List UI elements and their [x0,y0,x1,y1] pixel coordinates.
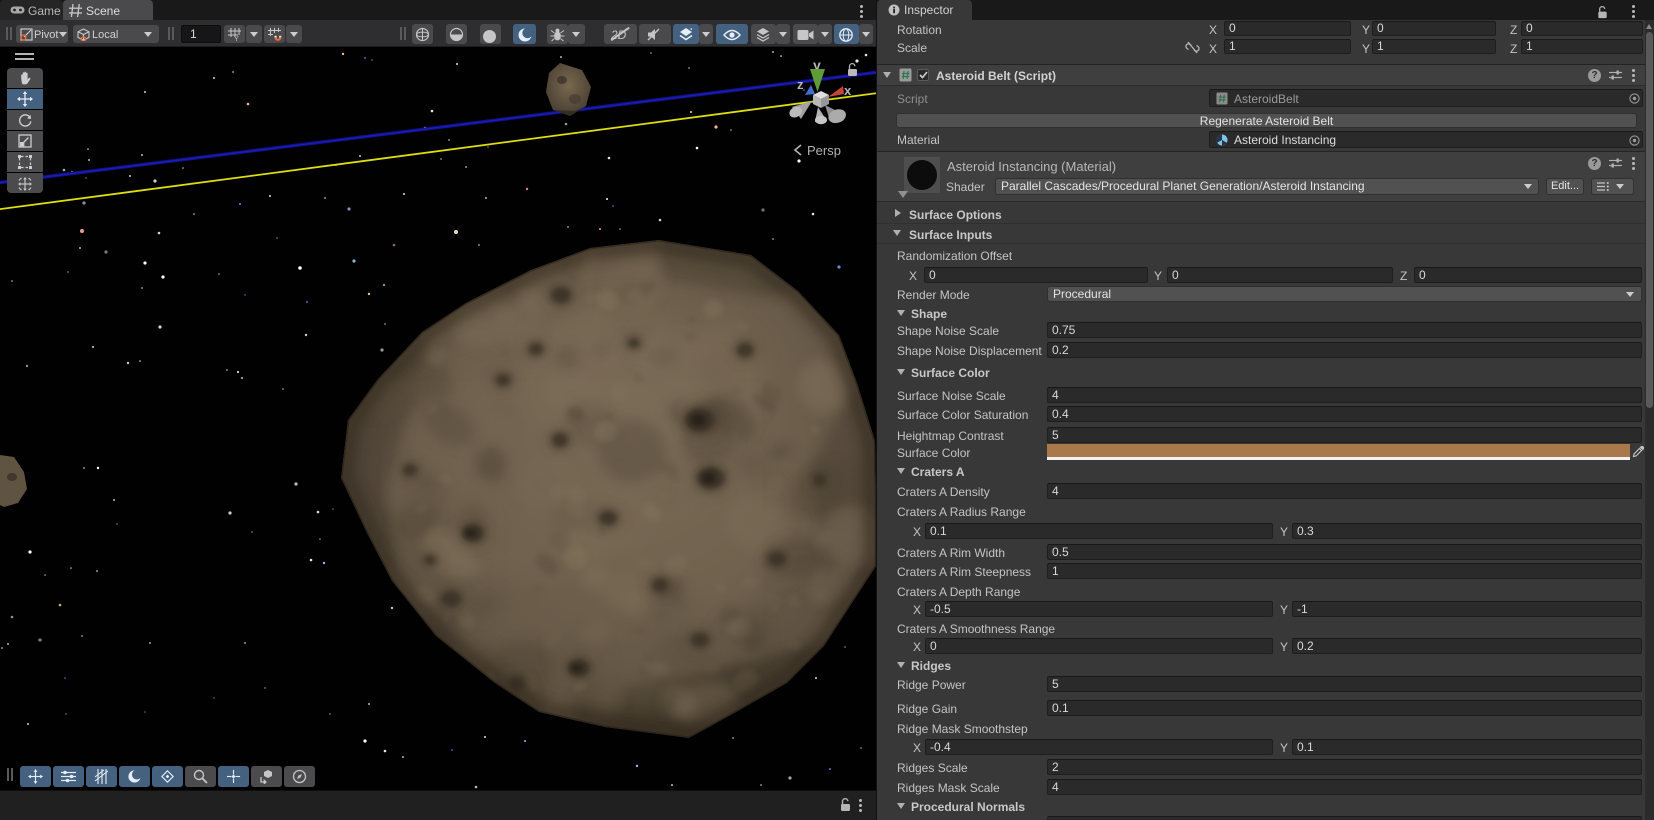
svg-text:Y: Y [234,36,239,41]
svg-text:x: x [844,83,852,98]
svg-text:z: z [797,77,804,92]
